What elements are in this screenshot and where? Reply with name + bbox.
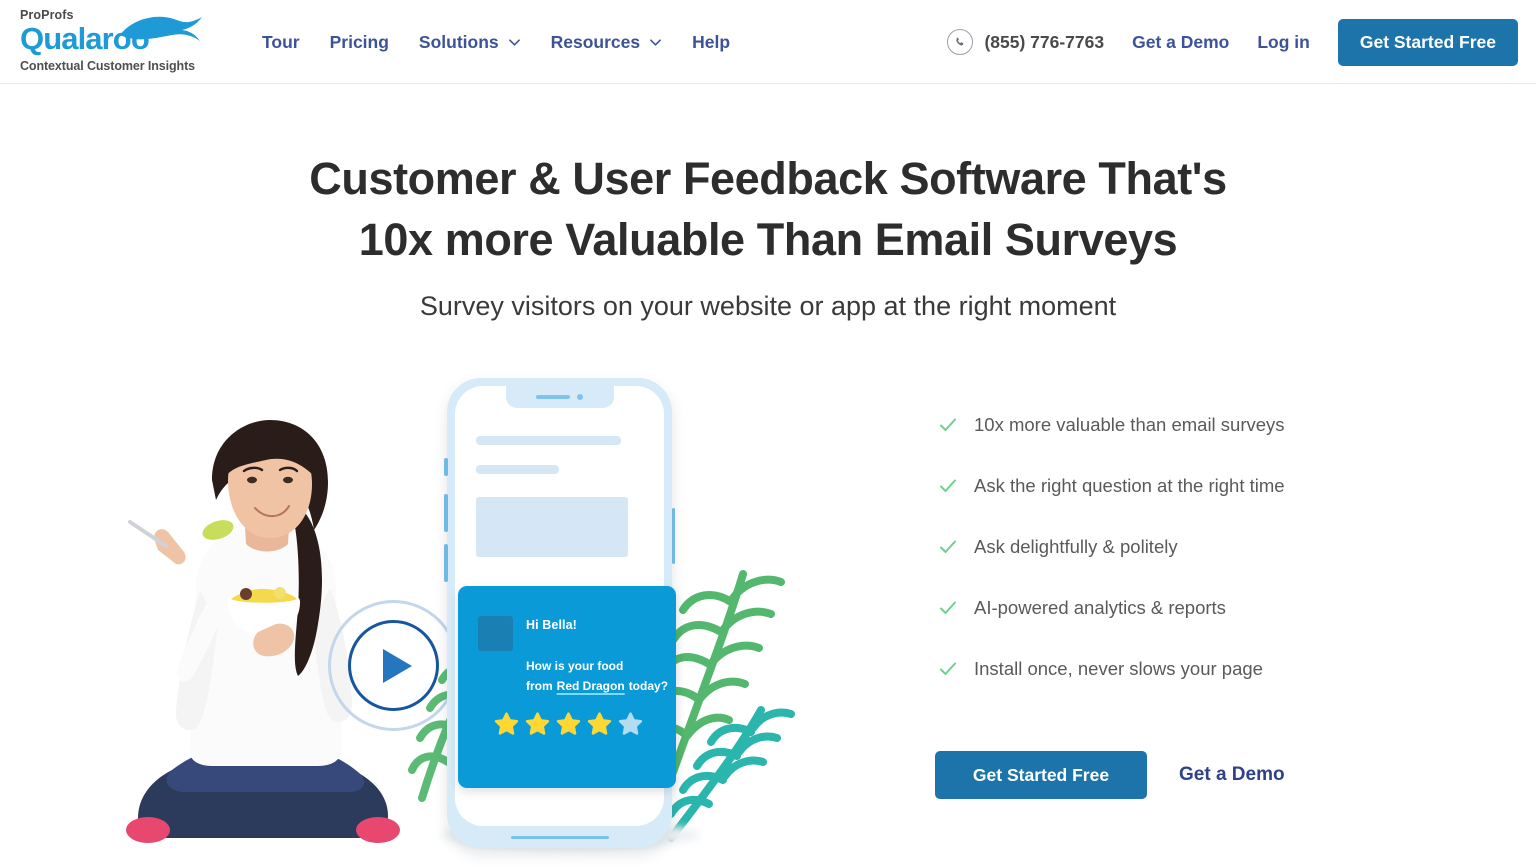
page-title-line-2: 10x more Valuable Than Email Surveys (358, 214, 1178, 265)
survey-greeting-text: Hi Bella! (526, 618, 577, 632)
phone-power-button (671, 508, 675, 564)
list-item: Install once, never slows your page (938, 656, 1458, 682)
survey-question-line-1: How is your food (526, 659, 624, 673)
nav-label: Solutions (418, 31, 499, 52)
list-item: 10x more valuable than email surveys (938, 412, 1458, 438)
header-actions: (855) 776-7763 Get a Demo Log in Get Sta… (947, 0, 1518, 84)
survey-avatar (478, 616, 513, 651)
star-rating[interactable] (494, 712, 643, 737)
main-navigation: Tour Pricing Solutions Resources Help (262, 0, 730, 84)
feature-list: 10x more valuable than email surveys Ask… (938, 412, 1458, 717)
check-icon (940, 479, 956, 492)
star-icon-filled[interactable] (494, 712, 519, 737)
nav-label: Resources (550, 31, 641, 52)
phone-notch (505, 386, 614, 408)
phone-side-button (444, 458, 448, 476)
logo-proprofs-text: ProProfs (20, 8, 74, 22)
list-item-label: AI-powered analytics & reports (974, 597, 1226, 618)
star-icon-filled[interactable] (525, 712, 550, 737)
survey-question-suffix: today? (628, 679, 669, 693)
survey-popup-card: Hi Bella! How is your food from Red Drag… (458, 586, 676, 788)
phone-icon (947, 29, 974, 55)
play-icon (382, 648, 412, 683)
check-icon (940, 601, 956, 614)
log-in-link[interactable]: Log in (1257, 32, 1309, 53)
star-icon-filled[interactable] (556, 712, 581, 737)
list-item-label: 10x more valuable than email surveys (974, 414, 1285, 435)
header-phone[interactable]: (855) 776-7763 (947, 29, 1104, 55)
phone-camera-icon (577, 394, 583, 400)
phone-number-text: (855) 776-7763 (984, 31, 1105, 52)
check-icon (940, 418, 956, 431)
hero-cta-row: Get Started Free Get a Demo (935, 751, 1285, 799)
list-item-label: Install once, never slows your page (974, 658, 1263, 679)
list-item-label: Ask delightfully & politely (974, 536, 1178, 557)
logo-brand-text: Qualaroo (20, 21, 150, 56)
phone-speaker-icon (536, 395, 570, 399)
list-item: Ask delightfully & politely (938, 534, 1458, 560)
survey-question-brand: Red Dragon (556, 679, 625, 693)
nav-item-solutions[interactable]: Solutions (419, 32, 521, 53)
site-logo[interactable]: ProProfs Qualaroo Contextual Customer In… (20, 8, 220, 76)
phone-home-indicator (510, 835, 609, 839)
content-placeholder-line (476, 465, 559, 474)
nav-item-pricing[interactable]: Pricing (330, 32, 389, 53)
chevron-down-icon (508, 38, 520, 46)
phone-volume-down-button (444, 544, 448, 582)
hero-get-a-demo-link[interactable]: Get a Demo (1179, 764, 1285, 786)
page-subtitle: Survey visitors on your website or app a… (419, 291, 1117, 321)
hero-illustration: Hi Bella! How is your food from Red Drag… (80, 368, 900, 868)
nav-item-tour[interactable]: Tour (262, 32, 300, 53)
nav-label: Pricing (329, 31, 389, 52)
star-icon-filled[interactable] (587, 712, 612, 737)
check-icon (940, 662, 956, 675)
get-a-demo-link[interactable]: Get a Demo (1132, 32, 1229, 53)
star-icon-empty[interactable] (618, 712, 643, 737)
survey-question-line-2: from Red Dragon today? (526, 679, 668, 693)
logo-tagline-text: Contextual Customer Insights (20, 59, 195, 73)
list-item-label: Ask the right question at the right time (974, 475, 1285, 496)
content-placeholder-line (476, 436, 621, 445)
chevron-down-icon (650, 38, 662, 46)
nav-label: Tour (262, 31, 300, 52)
hero-get-started-free-button[interactable]: Get Started Free (935, 751, 1147, 799)
nav-item-resources[interactable]: Resources (551, 32, 663, 53)
list-item: AI-powered analytics & reports (938, 595, 1458, 621)
survey-question-prefix: from (526, 679, 553, 693)
nav-item-help[interactable]: Help (692, 32, 730, 53)
site-header: ProProfs Qualaroo Contextual Customer In… (0, 0, 1536, 84)
play-video-button[interactable] (348, 620, 439, 711)
page-title-line-1: Customer & User Feedback Software That's (309, 153, 1227, 204)
page-title: Customer & User Feedback Software That's… (0, 148, 1536, 270)
get-started-free-button[interactable]: Get Started Free (1337, 18, 1518, 66)
content-placeholder-block (476, 497, 628, 557)
check-icon (940, 540, 956, 553)
nav-label: Help (692, 31, 731, 52)
phone-volume-up-button (444, 494, 448, 532)
list-item: Ask the right question at the right time (938, 473, 1458, 499)
